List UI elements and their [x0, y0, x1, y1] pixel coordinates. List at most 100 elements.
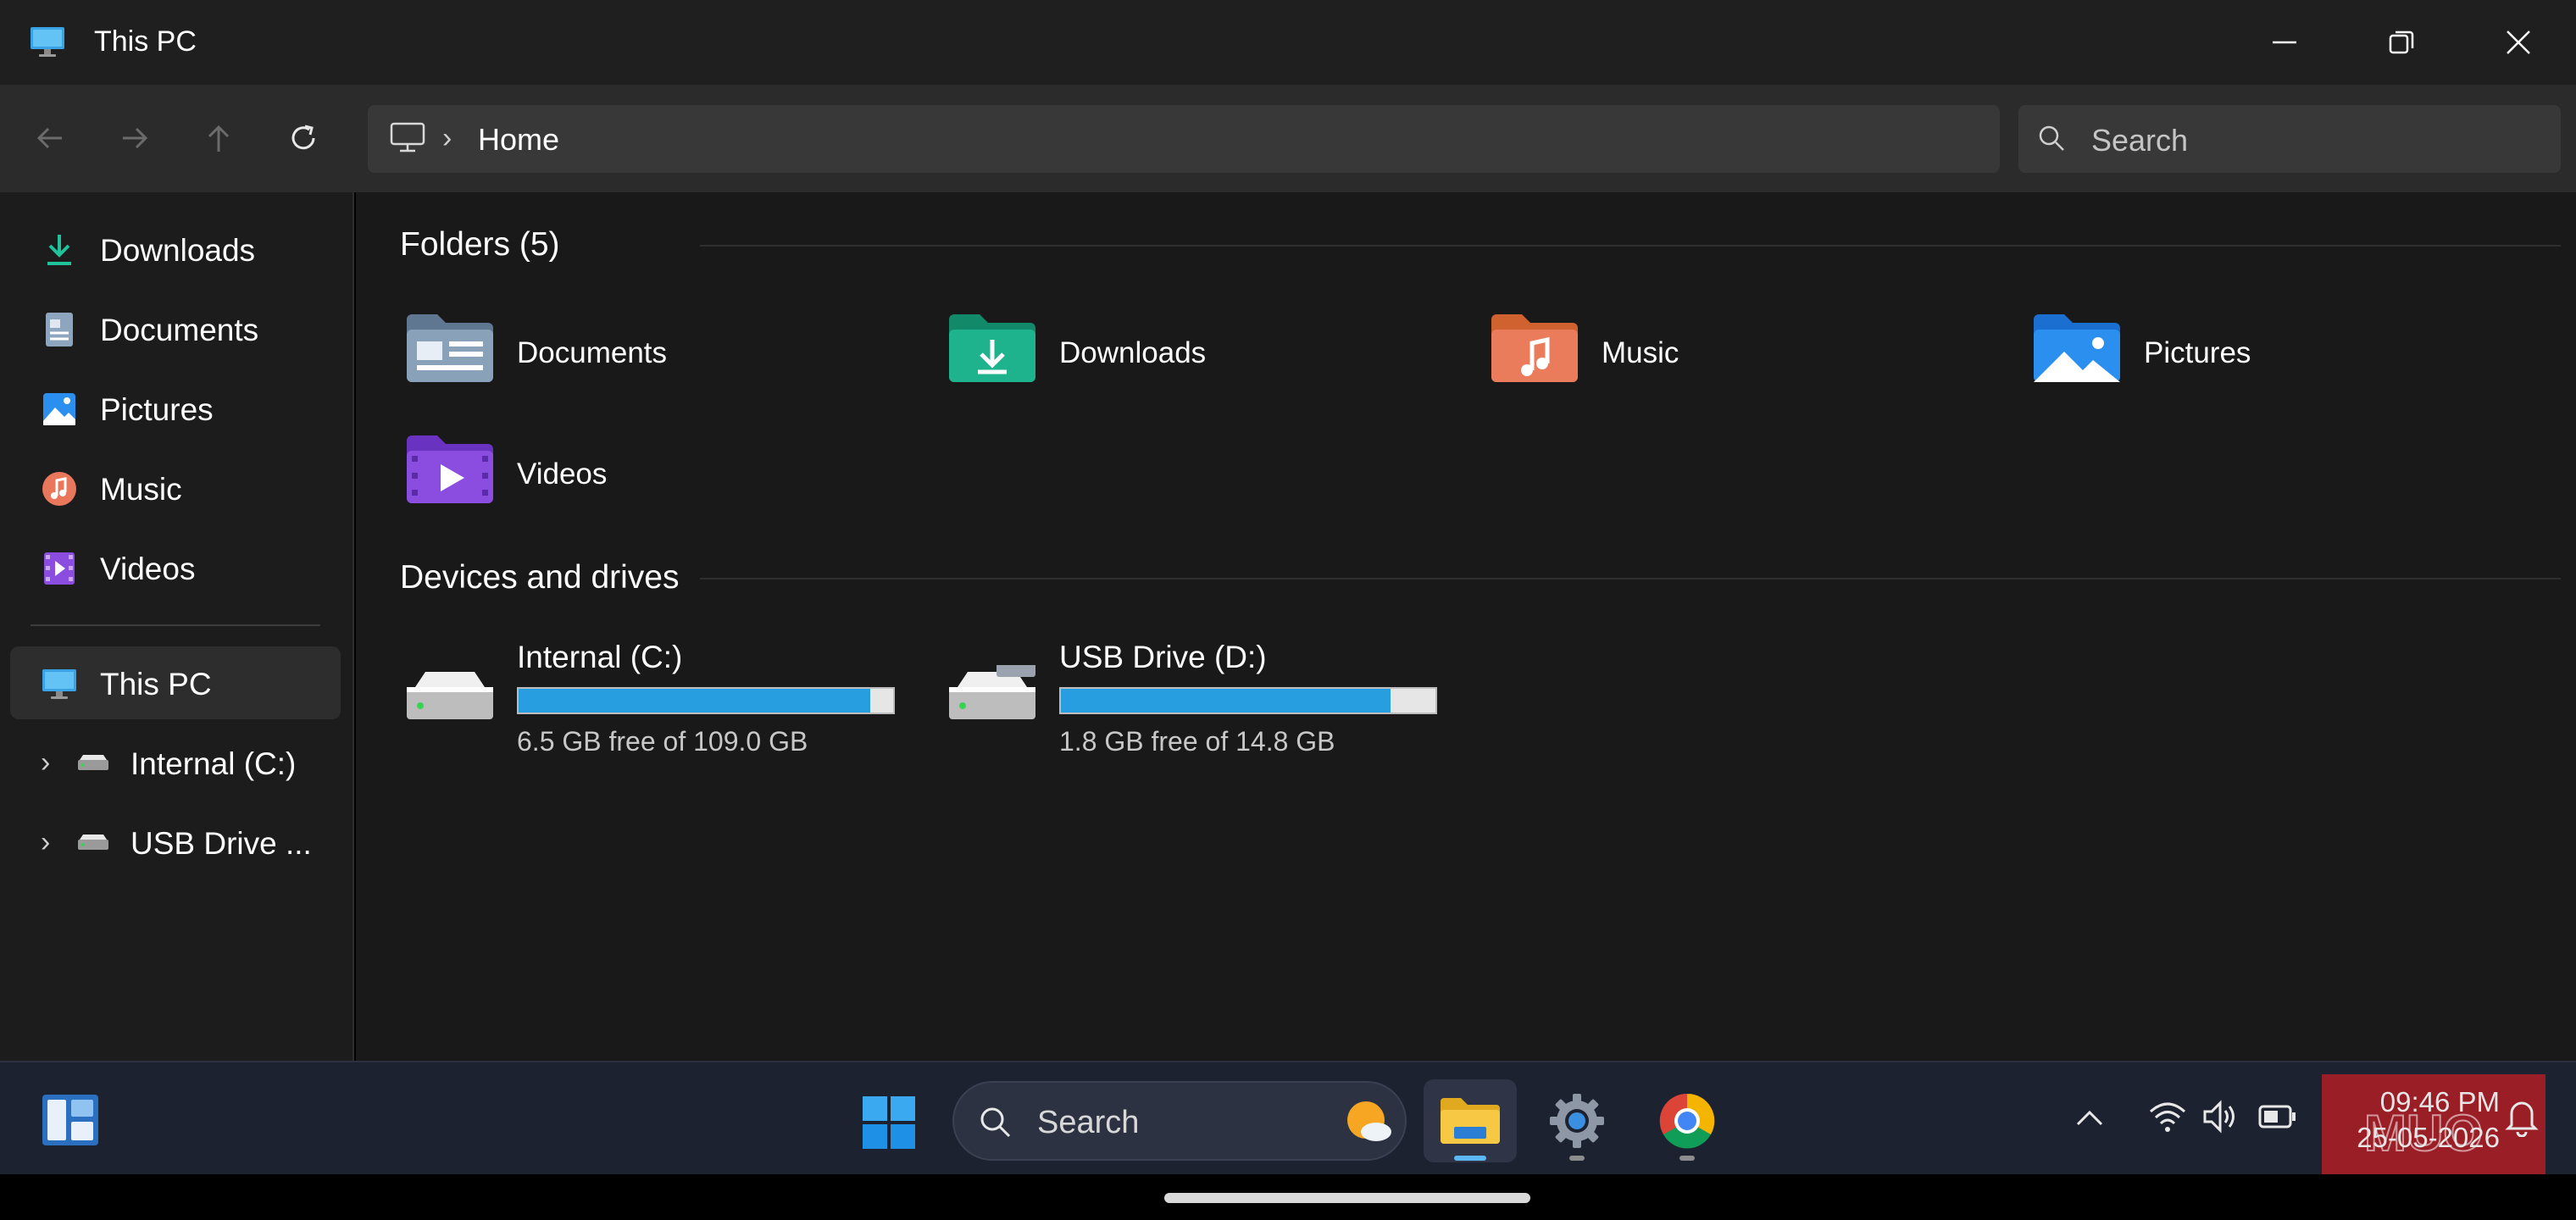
volume-icon [2203, 1100, 2235, 1134]
taskbar: Search MUO 09:46 PM 25-05-2026 [0, 1061, 2576, 1186]
sidebar-item-internal-drive[interactable]: › Internal (C:) [10, 726, 341, 799]
up-button[interactable] [197, 117, 240, 159]
back-button[interactable] [29, 117, 71, 159]
folder-pictures[interactable]: Pictures [1983, 311, 2491, 404]
pictures-icon [41, 391, 78, 428]
chevron-right-icon[interactable]: › [41, 826, 50, 859]
pictures-folder-icon [2030, 311, 2124, 388]
window-title: This PC [94, 25, 197, 58]
breadcrumb-home[interactable]: Home [478, 122, 559, 158]
breadcrumb-separator: › [442, 122, 452, 154]
drive-internal-c[interactable]: Internal (C:) 6.5 GB free of 109.0 GB [356, 640, 895, 767]
folder-downloads[interactable]: Downloads [898, 311, 1407, 404]
title-bar: This PC [0, 0, 2576, 85]
close-button[interactable] [2495, 19, 2542, 66]
sidebar-item-videos[interactable]: Videos [10, 531, 341, 604]
refresh-icon [291, 125, 315, 150]
sidebar-item-label: USB Drive ... [130, 826, 312, 861]
sidebar-item-downloads[interactable]: Downloads [10, 213, 341, 286]
search-icon [2037, 124, 2068, 158]
folders-section-title: Folders (5) [400, 226, 560, 263]
music-icon [41, 470, 78, 507]
section-divider [700, 245, 2561, 247]
taskbar-search-placeholder: Search [1037, 1105, 1140, 1140]
widgets-icon [42, 1095, 98, 1145]
close-icon [2507, 30, 2530, 54]
forward-button[interactable] [114, 117, 156, 159]
minimize-icon [2273, 41, 2296, 44]
screen: This PC › Home Search Downloads Document… [0, 0, 2576, 1220]
folder-label: Music [1602, 336, 1679, 369]
taskbar-chrome[interactable] [1641, 1079, 1734, 1162]
battery-button[interactable] [2257, 1101, 2298, 1136]
download-icon [41, 231, 78, 269]
maximize-button[interactable] [2378, 19, 2425, 66]
gesture-handle[interactable] [1164, 1193, 1530, 1203]
taskbar-clock[interactable]: 09:46 PM 25-05-2026 [2322, 1084, 2500, 1156]
drive-name: USB Drive (D:) [1059, 640, 1267, 674]
address-bar[interactable]: › Home [368, 105, 2000, 173]
drive-icon [75, 824, 112, 862]
sidebar-item-label: Downloads [100, 233, 256, 268]
start-button[interactable] [861, 1095, 917, 1155]
taskbar-search[interactable]: Search [952, 1081, 1407, 1161]
chevron-right-icon[interactable]: › [41, 746, 50, 779]
weather-icon [1344, 1098, 1395, 1150]
chevron-up-icon [2076, 1110, 2103, 1126]
this-pc-icon [29, 25, 66, 64]
sidebar-item-this-pc[interactable]: This PC [10, 646, 341, 719]
windows-start-icon [863, 1096, 915, 1149]
sidebar: Downloads Documents Pictures Music Video… [0, 192, 354, 1061]
drive-usage-bar [517, 687, 895, 714]
folder-label: Downloads [1059, 336, 1207, 369]
notifications-button[interactable] [2503, 1096, 2540, 1141]
folder-music[interactable]: Music [1441, 311, 1949, 404]
wifi-icon [2149, 1102, 2186, 1132]
wifi-button[interactable] [2147, 1098, 2188, 1140]
search-icon [978, 1105, 1013, 1145]
taskbar-file-explorer[interactable] [1424, 1079, 1517, 1162]
sidebar-item-pictures[interactable]: Pictures [10, 372, 341, 445]
arrow-left-icon [36, 127, 62, 149]
folder-label: Pictures [2144, 336, 2251, 369]
document-icon [41, 311, 78, 348]
settings-gear-icon [1550, 1094, 1604, 1148]
sidebar-divider [31, 624, 320, 626]
drive-usage-bar [1059, 687, 1437, 714]
videos-folder-icon [403, 432, 497, 509]
minimize-button[interactable] [2261, 19, 2308, 66]
folder-videos[interactable]: Videos [356, 432, 864, 525]
sidebar-item-usb-drive[interactable]: › USB Drive ... [10, 806, 341, 879]
gesture-area [0, 1174, 2576, 1220]
volume-button[interactable] [2201, 1098, 2242, 1140]
chrome-icon [1659, 1093, 1715, 1149]
taskbar-settings[interactable] [1530, 1079, 1624, 1162]
usb-drive-icon [946, 650, 1039, 729]
drives-section-title: Devices and drives [400, 559, 680, 596]
drive-name: Internal (C:) [517, 640, 683, 674]
clock-date: 25-05-2026 [2357, 1122, 2500, 1153]
widgets-button[interactable] [41, 1093, 100, 1151]
arrow-right-icon [123, 127, 148, 149]
search-placeholder: Search [2091, 123, 2189, 158]
running-app-indicator [1569, 1156, 1585, 1161]
refresh-button[interactable] [282, 117, 325, 159]
file-explorer-icon [1441, 1098, 1500, 1144]
documents-folder-icon [403, 311, 497, 388]
search-input[interactable]: Search [2018, 105, 2561, 173]
navigation-bar: › Home Search [0, 85, 2576, 192]
sidebar-item-label: Music [100, 472, 182, 507]
this-pc-icon [41, 665, 78, 702]
show-hidden-icons-button[interactable] [2073, 1101, 2107, 1140]
drive-usage-fill [1061, 689, 1391, 713]
running-app-indicator [1679, 1156, 1695, 1161]
music-folder-icon [1488, 311, 1581, 388]
sidebar-item-label: This PC [100, 667, 212, 702]
sidebar-item-documents[interactable]: Documents [10, 292, 341, 365]
drive-usb-d[interactable]: USB Drive (D:) 1.8 GB free of 14.8 GB [898, 640, 1437, 767]
folder-label: Videos [517, 458, 608, 491]
sidebar-item-music[interactable]: Music [10, 452, 341, 524]
active-app-indicator [1454, 1156, 1486, 1161]
folder-documents[interactable]: Documents [356, 311, 864, 404]
drive-free-space: 1.8 GB free of 14.8 GB [1059, 726, 1335, 757]
